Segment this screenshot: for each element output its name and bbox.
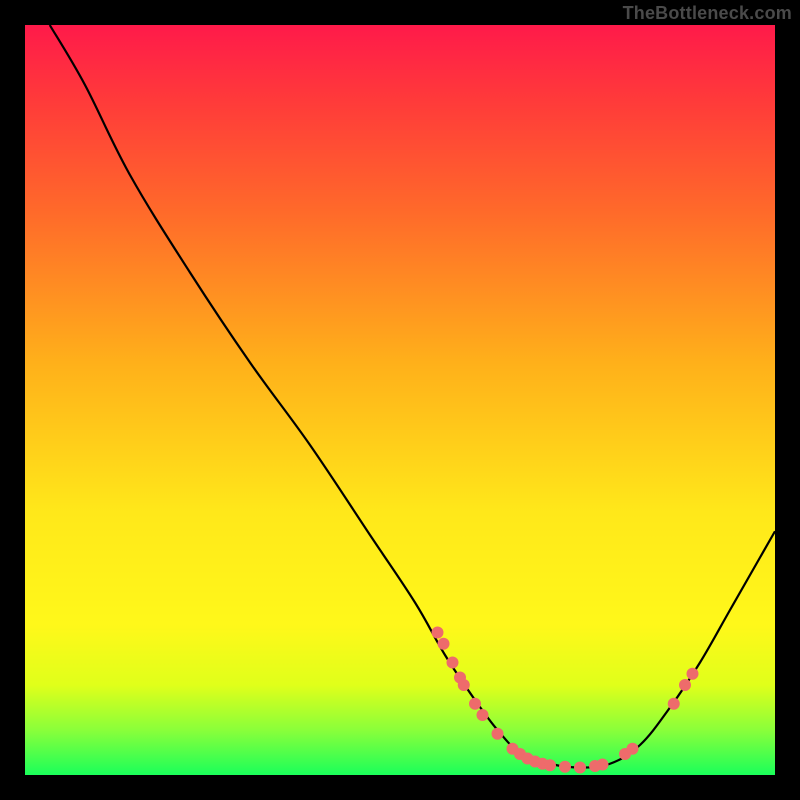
data-marker — [432, 627, 444, 639]
data-marker — [559, 761, 571, 773]
data-marker — [627, 743, 639, 755]
data-marker — [687, 668, 699, 680]
data-marker — [477, 709, 489, 721]
data-marker — [574, 762, 586, 774]
data-marker — [597, 759, 609, 771]
data-marker — [492, 728, 504, 740]
data-marker — [679, 679, 691, 691]
data-markers — [432, 627, 699, 774]
bottleneck-curve — [50, 25, 775, 768]
data-marker — [544, 759, 556, 771]
data-marker — [668, 698, 680, 710]
data-marker — [447, 657, 459, 669]
data-marker — [458, 679, 470, 691]
chart-overlay — [0, 0, 800, 800]
data-marker — [469, 698, 481, 710]
data-marker — [438, 638, 450, 650]
